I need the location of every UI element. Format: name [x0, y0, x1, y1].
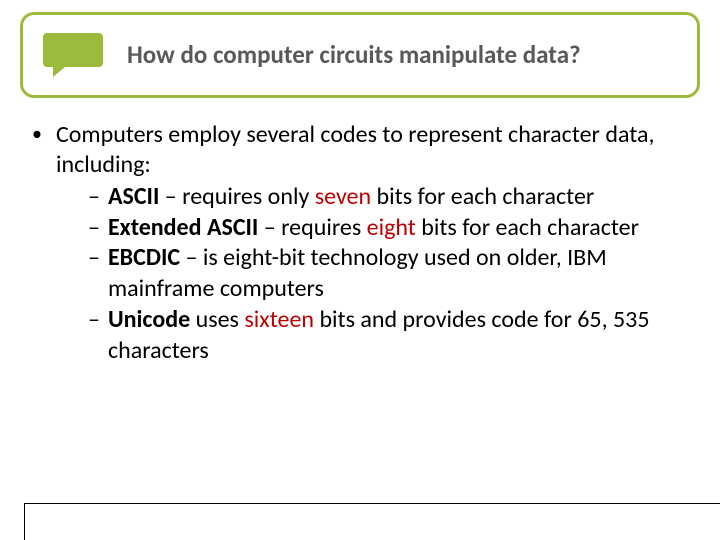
encoding-name: EBCDIC	[108, 243, 180, 272]
bullet-dot: •	[32, 120, 42, 148]
speech-bubble-icon	[41, 31, 105, 79]
encoding-name: ASCII	[108, 182, 159, 211]
dash-icon: –	[88, 182, 100, 213]
footer-rule-vertical	[24, 504, 25, 540]
dash-icon: –	[88, 213, 100, 244]
dash-icon: –	[88, 305, 100, 336]
encoding-name: Extended ASCII	[108, 213, 258, 242]
list-item-text: Extended ASCII – requires eight bits for…	[108, 213, 692, 244]
intro-text: Computers employ several codes to repres…	[56, 120, 692, 180]
encoding-name: Unicode	[108, 305, 190, 334]
dash-icon: –	[88, 243, 100, 274]
list-item-text: EBCDIC – is eight-bit technology used on…	[108, 243, 692, 304]
title-box: How do computer circuits manipulate data…	[20, 12, 700, 98]
list-item-text: ASCII – requires only seven bits for eac…	[108, 182, 692, 213]
intro-bullet: • Computers employ several codes to repr…	[28, 120, 692, 180]
bit-count: sixteen	[244, 305, 314, 334]
list-item: – Unicode uses sixteen bits and provides…	[88, 305, 692, 366]
list-item-text: Unicode uses sixteen bits and provides c…	[108, 305, 692, 366]
content-area: • Computers employ several codes to repr…	[28, 120, 692, 366]
list-item: – Extended ASCII – requires eight bits f…	[88, 213, 692, 244]
page-title: How do computer circuits manipulate data…	[127, 41, 601, 70]
list-item: – EBCDIC – is eight-bit technology used …	[88, 243, 692, 304]
footer-rule	[24, 503, 720, 504]
bit-count: seven	[315, 182, 371, 211]
bit-count: eight	[367, 213, 416, 242]
list-item: – ASCII – requires only seven bits for e…	[88, 182, 692, 213]
encoding-list: – ASCII – requires only seven bits for e…	[88, 182, 692, 366]
